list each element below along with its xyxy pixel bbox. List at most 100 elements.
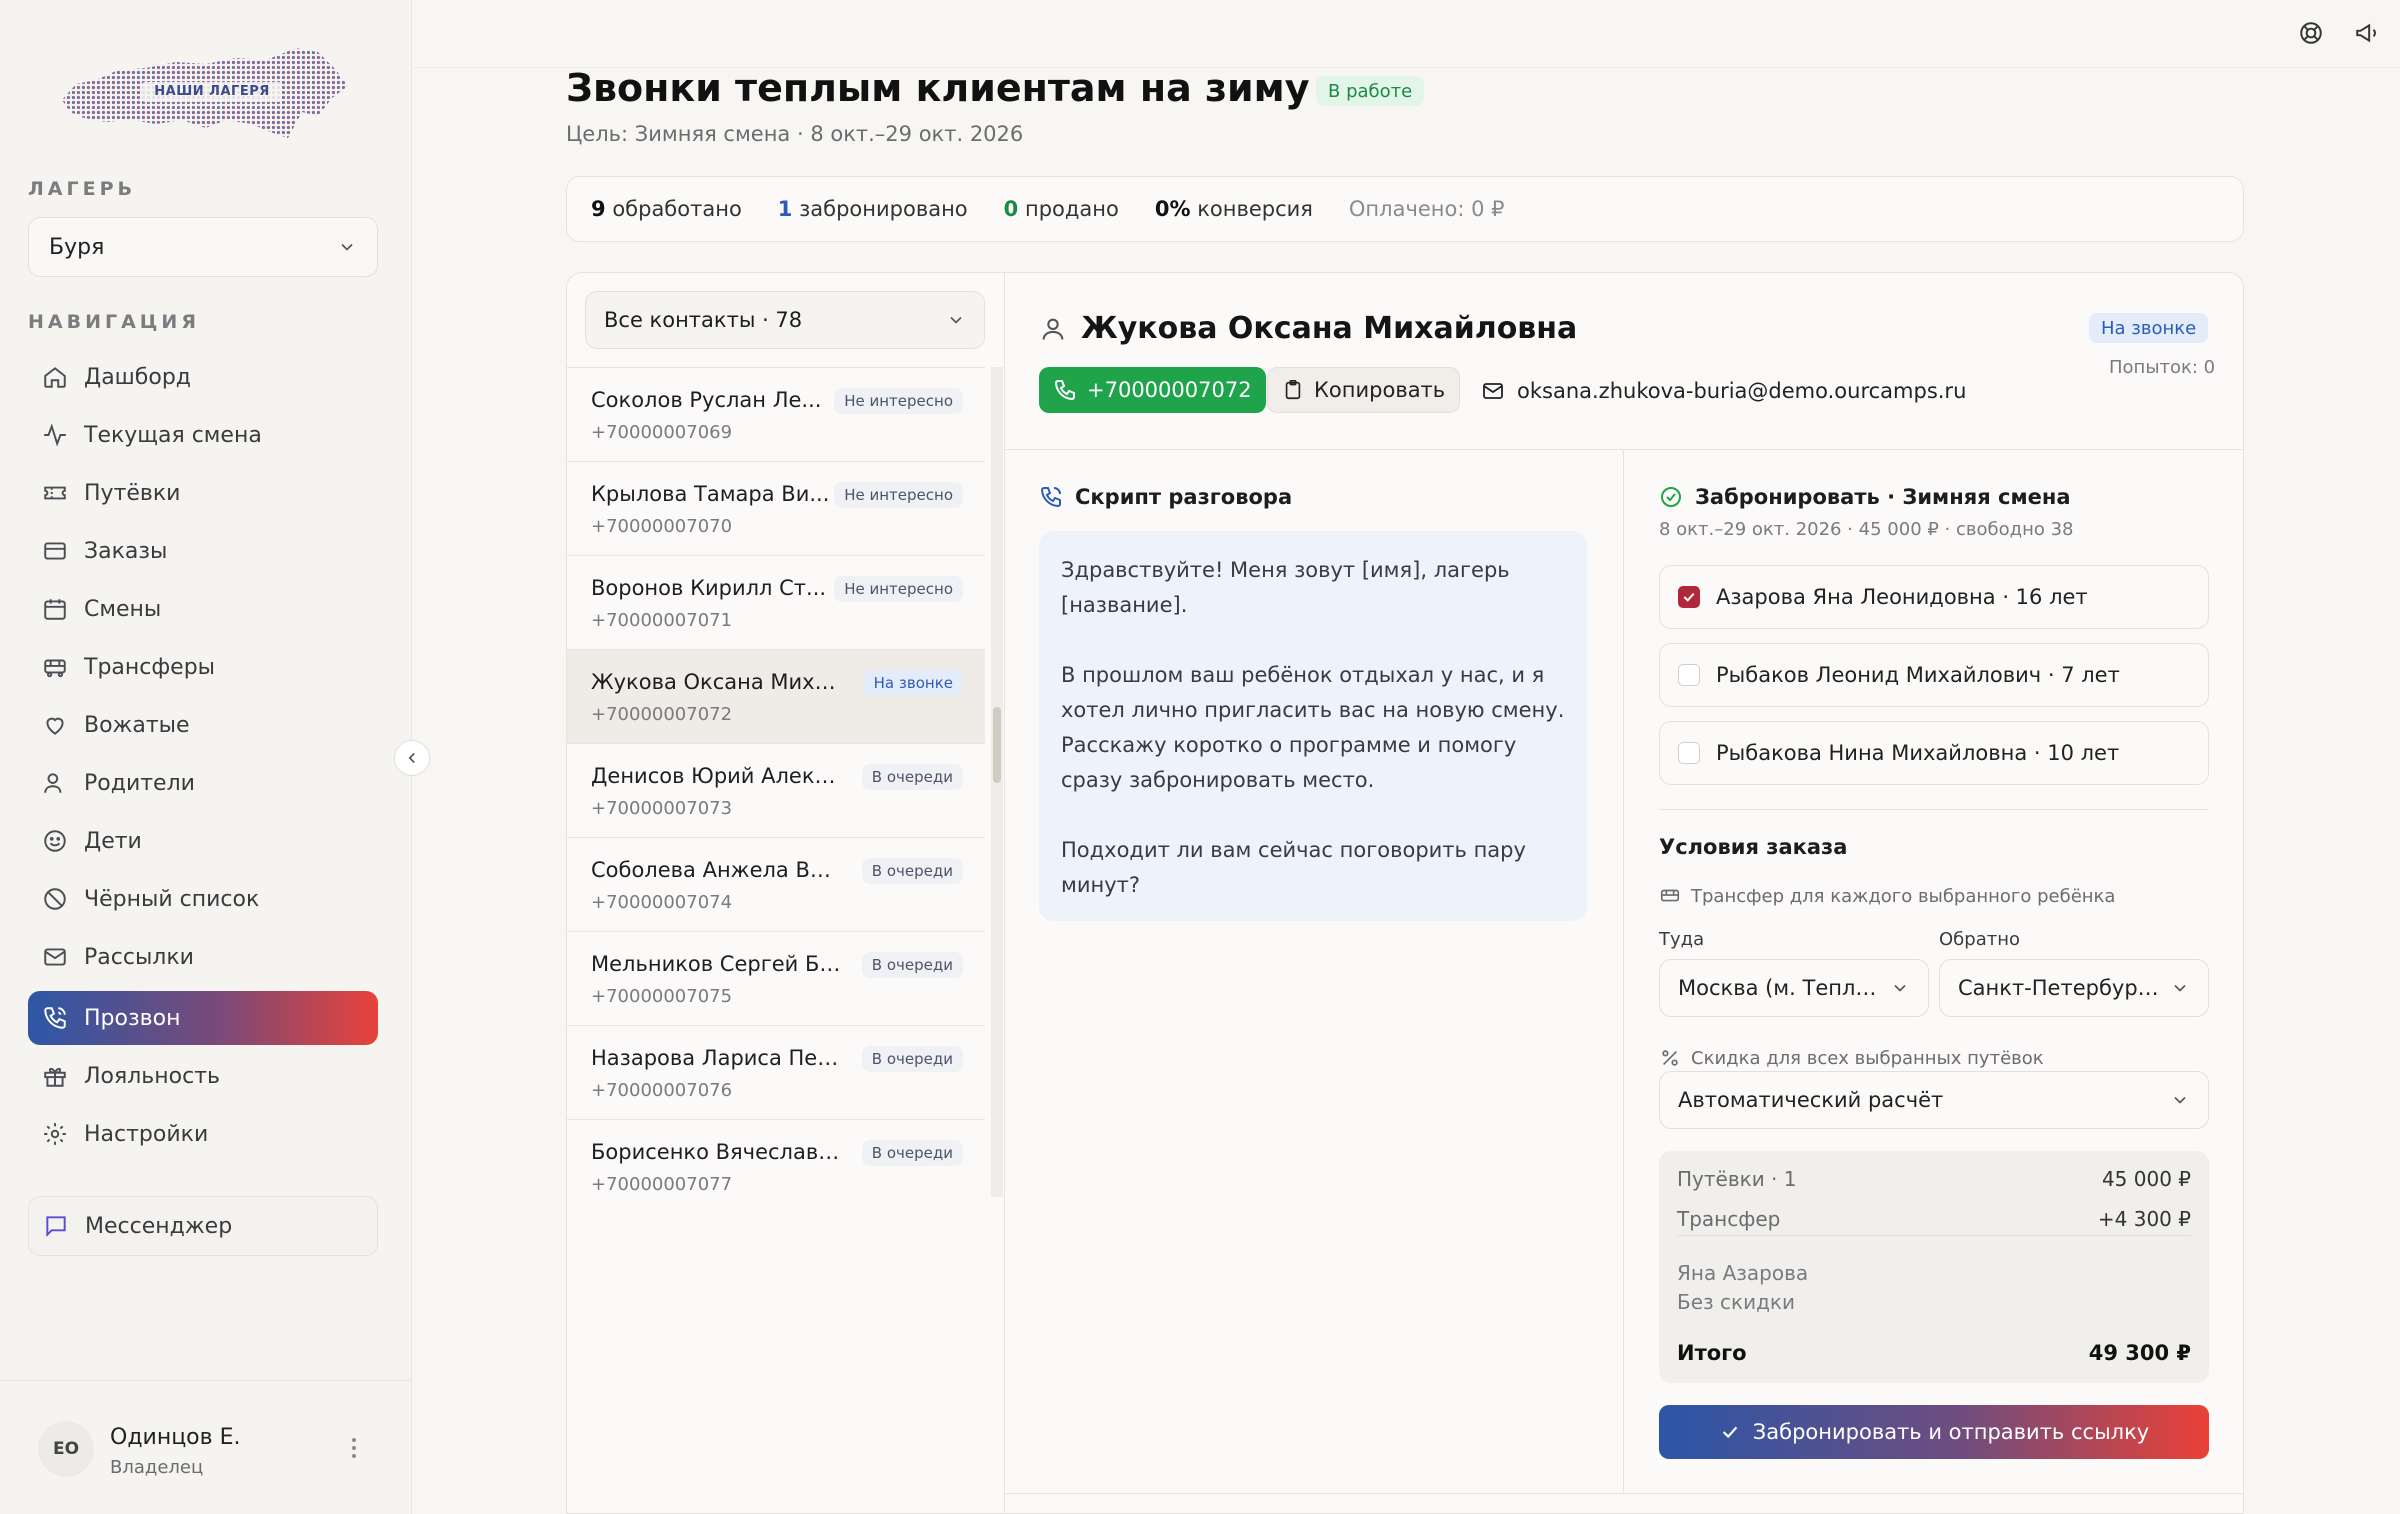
script-title-text: Скрипт разговора	[1075, 485, 1293, 509]
sidebar-item-orders[interactable]: Заказы	[28, 524, 378, 578]
contact-phone: +70000007069	[591, 422, 733, 443]
book-and-send-button[interactable]: Забронировать и отправить ссылку	[1659, 1405, 2209, 1459]
call-status-badge: На звонке	[2089, 313, 2209, 343]
child-option[interactable]: Рыбаков Леонид Михайлович · 7 лет	[1659, 643, 2209, 707]
transfer-back-select[interactable]: Санкт-Петербург...	[1939, 959, 2209, 1017]
call-phone-button[interactable]: +70000007072	[1039, 367, 1266, 413]
sidebar-item-label: Смены	[84, 596, 162, 622]
stat-conversion-label: конверсия	[1197, 197, 1313, 221]
call-phone-label: +70000007072	[1087, 378, 1252, 402]
camp-select[interactable]: Буря	[28, 217, 378, 277]
chevron-down-icon	[2160, 1090, 2190, 1110]
gear-icon	[42, 1121, 68, 1147]
child-option[interactable]: Рыбакова Нина Михайловна · 10 лет	[1659, 721, 2209, 785]
list-item[interactable]: Борисенко Вячеслав Т... +70000007077 В о…	[567, 1120, 985, 1197]
list-item[interactable]: Денисов Юрий Алекс... +70000007073 В оче…	[567, 744, 985, 838]
email-link[interactable]: oksana.zhukova-buria@demo.ourcamps.ru	[1481, 373, 1966, 409]
sidebar-item-settings[interactable]: Настройки	[28, 1107, 378, 1161]
list-item-selected[interactable]: Жукова Оксана Михай... +70000007072 На з…	[567, 650, 985, 744]
scrollbar-thumb[interactable]	[993, 707, 1001, 783]
sidebar-item-blacklist[interactable]: Чёрный список	[28, 872, 378, 926]
list-item[interactable]: Крылова Тамара Ви... +70000007070 Не инт…	[567, 462, 985, 556]
transfer-there-select[interactable]: Москва (м. Теплы...	[1659, 959, 1929, 1017]
sidebar-item-loyalty[interactable]: Лояльность	[28, 1049, 378, 1103]
mail-icon	[42, 944, 68, 970]
sidebar-item-vouchers[interactable]: Путёвки	[28, 466, 378, 520]
contact-phone: +70000007076	[591, 1080, 733, 1101]
sidebar-item-calls[interactable]: Прозвон	[28, 991, 378, 1045]
contact-status-badge: Не интересно	[834, 388, 963, 414]
checkbox[interactable]	[1678, 742, 1700, 764]
summary-total-label: Итого	[1677, 1341, 1747, 1365]
list-item[interactable]: Мельников Сергей Бо... +70000007075 В оч…	[567, 932, 985, 1026]
contact-status-badge: В очереди	[861, 952, 963, 978]
page-title: Звонки теплым клиентам на зиму	[566, 66, 1310, 110]
attempts-count: Попыток: 0	[2109, 357, 2216, 378]
megaphone-icon[interactable]	[2354, 20, 2380, 46]
sidebar-item-counselors[interactable]: Вожатые	[28, 698, 378, 752]
checkbox-checked[interactable]	[1678, 586, 1700, 608]
contact-status-badge: В очереди	[861, 1140, 963, 1166]
contact-name: Воронов Кирилл Ст...	[591, 576, 827, 600]
sidebar-item-shifts[interactable]: Смены	[28, 582, 378, 636]
sidebar-item-label: Рассылки	[84, 944, 194, 970]
sidebar-item-label: Вожатые	[84, 712, 190, 738]
stat-processed-label: обработано	[612, 197, 742, 221]
script-paragraph: Здравствуйте! Меня зовут [имя], лагерь […	[1061, 558, 1510, 617]
avatar[interactable]: ЕО	[38, 1421, 94, 1477]
summary-vouchers-value: 45 000 ₽	[2101, 1167, 2191, 1191]
divider	[1623, 449, 1624, 1493]
sidebar-item-mailings[interactable]: Рассылки	[28, 930, 378, 984]
bus-icon	[42, 654, 68, 680]
messenger-button[interactable]: Мессенджер	[28, 1196, 378, 1256]
sidebar-item-label: Трансферы	[84, 654, 216, 680]
child-option-label: Рыбакова Нина Михайловна · 10 лет	[1716, 741, 2120, 765]
list-item[interactable]: Назарова Лариса Пет... +70000007076 В оч…	[567, 1026, 985, 1120]
calendar-icon	[42, 596, 68, 622]
order-terms-title: Условия заказа	[1659, 835, 1848, 859]
sidebar-item-label: Дашборд	[84, 364, 192, 390]
contact-status-badge: На звонке	[863, 670, 963, 696]
list-item[interactable]: Воронов Кирилл Ст... +70000007071 Не инт…	[567, 556, 985, 650]
child-option-label: Рыбаков Леонид Михайлович · 7 лет	[1716, 663, 2120, 687]
sidebar-item-transfers[interactable]: Трансферы	[28, 640, 378, 694]
user-role: Владелец	[110, 1457, 204, 1478]
collapse-sidebar-button[interactable]	[394, 740, 430, 776]
help-icon[interactable]	[2298, 20, 2324, 46]
sidebar-item-current-shift[interactable]: Текущая смена	[28, 408, 378, 462]
contact-list[interactable]: Соколов Руслан Ле... +70000007069 Не инт…	[567, 367, 985, 1197]
list-item[interactable]: Соболева Анжела Вяч... +70000007074 В оч…	[567, 838, 985, 932]
sidebar-item-dashboard[interactable]: Дашборд	[28, 350, 378, 404]
status-badge: В работе	[1316, 76, 1425, 106]
script-title: Скрипт разговора	[1039, 485, 1292, 509]
summary-vouchers-label: Путёвки · 1	[1677, 1167, 1797, 1191]
brand-logo[interactable]: НАШИ ЛАГЕРЯ	[56, 40, 352, 148]
summary-child-name: Яна Азарова	[1677, 1261, 1809, 1285]
discount-select[interactable]: Автоматический расчёт	[1659, 1071, 2209, 1129]
contact-list-scrollbar[interactable]	[991, 367, 1003, 1197]
child-option[interactable]: Азарова Яна Леонидовна · 16 лет	[1659, 565, 2209, 629]
sidebar-item-children[interactable]: Дети	[28, 814, 378, 868]
more-vertical-icon[interactable]	[344, 1433, 364, 1463]
stats-bar: 9 обработано 1 забронировано 0 продано 0…	[566, 176, 2244, 242]
ticket-icon	[42, 480, 68, 506]
contact-filter-select[interactable]: Все контакты · 78	[585, 291, 985, 349]
sidebar-item-parents[interactable]: Родители	[28, 756, 378, 810]
divider	[1005, 1493, 2243, 1494]
page-subtitle: Цель: Зимняя смена · 8 окт.–29 окт. 2026	[566, 122, 1024, 146]
top-bar	[413, 0, 2400, 68]
copy-button[interactable]: Копировать	[1267, 367, 1461, 413]
discount-note: Скидка для всех выбранных путёвок	[1659, 1047, 2044, 1069]
contact-status-badge: Не интересно	[834, 482, 963, 508]
discount-note-text: Скидка для всех выбранных путёвок	[1691, 1047, 2044, 1069]
phone-call-icon	[1039, 485, 1063, 509]
checkbox[interactable]	[1678, 664, 1700, 686]
script-paragraph: В прошлом ваш ребёнок отдыхал у нас, и я…	[1061, 663, 1565, 792]
contact-status-badge: В очереди	[861, 858, 963, 884]
stat-booked-num: 1	[777, 197, 793, 221]
contact-name: Мельников Сергей Бо...	[591, 952, 843, 976]
check-icon	[1719, 1421, 1741, 1443]
list-item[interactable]: Соколов Руслан Ле... +70000007069 Не инт…	[567, 368, 985, 462]
clipboard-icon	[1282, 379, 1304, 401]
user-name: Одинцов Е.	[110, 1425, 241, 1450]
